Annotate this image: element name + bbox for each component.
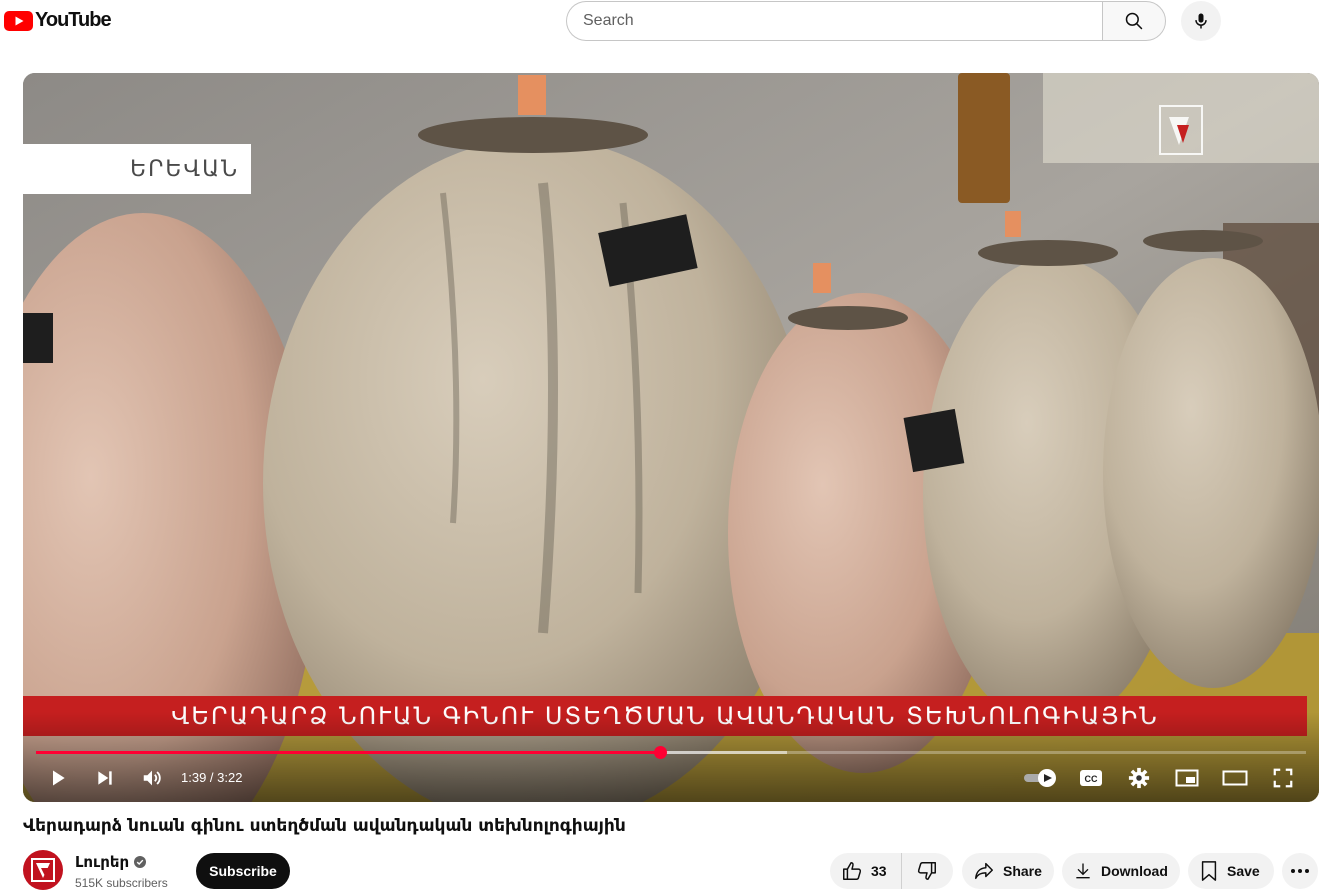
progress-bar[interactable]: [36, 746, 1306, 759]
progress-played: [36, 751, 660, 754]
miniplayer-button[interactable]: [1172, 763, 1202, 793]
time-display: 1:39 / 3:22: [181, 770, 243, 785]
subscribe-button[interactable]: Subscribe: [196, 853, 290, 889]
thumbs-up-icon: [843, 862, 862, 880]
like-count: 33: [871, 863, 887, 879]
video-title: Վերադարձ նուան գինու ստեղծման ավանդական …: [23, 816, 626, 836]
theater-mode-icon: [1222, 770, 1248, 786]
channel-name-link[interactable]: Լուրեր: [75, 853, 147, 871]
gear-icon: [1128, 767, 1150, 789]
more-actions-button[interactable]: [1282, 853, 1318, 889]
search-button[interactable]: [1102, 1, 1166, 41]
autoplay-toggle-icon: [1024, 769, 1056, 787]
closed-captions-icon: CC: [1080, 770, 1102, 786]
channel-name: Լուրեր: [75, 853, 130, 871]
like-button[interactable]: 33: [830, 853, 902, 889]
settings-button[interactable]: [1124, 763, 1154, 793]
miniplayer-icon: [1175, 769, 1199, 787]
theater-mode-button[interactable]: [1220, 763, 1250, 793]
play-button[interactable]: [43, 763, 73, 793]
location-tag: ԵՐԵՎԱՆ: [23, 144, 251, 194]
youtube-logo[interactable]: YouTube: [4, 9, 112, 32]
download-label: Download: [1101, 863, 1168, 879]
channel-logo-icon: [31, 858, 55, 882]
progress-scrubber-handle[interactable]: [653, 746, 667, 759]
save-label: Save: [1227, 863, 1260, 879]
like-dislike-group: 33: [830, 853, 953, 889]
share-button[interactable]: Share: [962, 853, 1054, 889]
bookmark-icon: [1201, 861, 1217, 881]
thumbs-down-icon: [917, 862, 936, 880]
mute-button[interactable]: [137, 763, 167, 793]
dislike-button[interactable]: [902, 853, 952, 889]
more-horizontal-icon: [1291, 869, 1309, 873]
search-input[interactable]: [583, 2, 1103, 40]
share-label: Share: [1003, 863, 1042, 879]
volume-icon: [143, 770, 161, 786]
svg-text:CC: CC: [1085, 774, 1098, 784]
location-label: ԵՐԵՎԱՆ: [130, 156, 239, 182]
skip-next-icon: [98, 771, 112, 785]
search-box: [566, 1, 1103, 41]
masthead: YouTube: [0, 0, 1338, 44]
download-icon: [1076, 863, 1090, 879]
voice-search-button[interactable]: [1181, 1, 1221, 41]
subtitles-button[interactable]: CC: [1076, 763, 1106, 793]
fullscreen-icon: [1273, 768, 1293, 788]
next-button[interactable]: [90, 763, 120, 793]
fullscreen-button[interactable]: [1268, 763, 1298, 793]
logo-text: YouTube: [35, 9, 112, 31]
channel-watermark-logo: [1159, 105, 1203, 155]
subscriber-count: 515K subscribers: [75, 876, 168, 890]
youtube-play-icon: [4, 10, 33, 31]
save-button[interactable]: Save: [1188, 853, 1274, 889]
autoplay-toggle[interactable]: [1023, 763, 1059, 793]
video-player[interactable]: ԵՐԵՎԱՆ ՎԵՐԱԴԱՐՁ ՆՈՒԱՆ ԳԻՆՈՒ ՍՏԵՂԾՄԱՆ ԱՎԱ…: [23, 73, 1319, 802]
channel-avatar[interactable]: [23, 850, 63, 890]
download-button[interactable]: Download: [1062, 853, 1180, 889]
microphone-icon: [1195, 13, 1207, 29]
share-icon: [975, 862, 993, 880]
search-icon: [1125, 12, 1143, 30]
verified-badge-icon: [134, 856, 147, 868]
play-icon: [53, 770, 65, 786]
